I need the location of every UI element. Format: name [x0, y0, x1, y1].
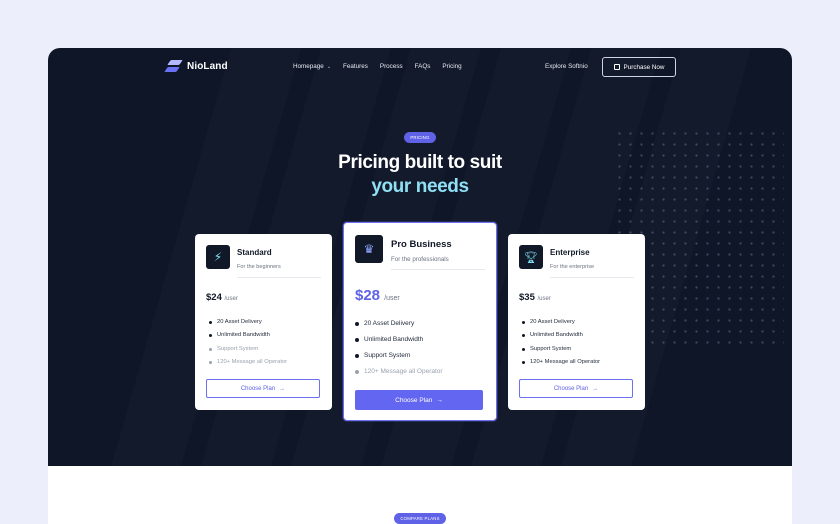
- feature-item: 120+ Message all Operator: [522, 359, 600, 365]
- feature-label: 20 Asset Delivery: [530, 319, 575, 325]
- plan-subtitle: For the enterprise: [550, 264, 595, 270]
- price-amount: $35: [519, 292, 535, 303]
- plan-subtitle: For the beginners: [237, 264, 281, 270]
- feature-item: Support System: [209, 346, 258, 352]
- feature-item: 20 Asset Delivery: [522, 319, 575, 325]
- price-period: /user: [224, 296, 238, 302]
- arrow-right-icon: →: [279, 385, 286, 392]
- feature-item: Unlimited Bandwidth: [522, 332, 583, 338]
- nav-item-pricing[interactable]: Pricing: [442, 63, 461, 70]
- plan-name: Enterprise: [550, 248, 590, 257]
- feature-label: 120+ Message all Operator: [530, 359, 601, 365]
- feature-item: Support System: [522, 346, 571, 352]
- divider: [391, 269, 485, 270]
- plan-card-enterprise: 🏆︎ Enterprise For the enterprise $35 /us…: [508, 234, 645, 410]
- chevron-down-icon: ⌄: [326, 63, 332, 70]
- arrow-right-icon: →: [436, 396, 443, 404]
- feature-label: Unlimited Bandwidth: [217, 332, 270, 338]
- button-label: Choose Plan: [240, 385, 276, 392]
- price-period: /user: [537, 296, 551, 302]
- brand-name: NioLand: [187, 61, 228, 72]
- feature-label: Unlimited Bandwidth: [530, 332, 583, 338]
- nav-item-faqs[interactable]: FAQs: [415, 63, 431, 70]
- feature-item: 20 Asset Delivery: [209, 319, 262, 325]
- feature-item: 120+ Message all Operator: [355, 368, 443, 375]
- feature-label: Support System: [217, 346, 259, 352]
- brand-logo[interactable]: NioLand: [164, 60, 228, 73]
- plan-price: $28 /user: [355, 287, 400, 304]
- nav-item-label: Process: [379, 63, 403, 70]
- explore-link[interactable]: Explore Softnio: [545, 63, 588, 70]
- plan-name: Pro Business: [391, 239, 452, 250]
- browser-frame: NioLand Homepage ⌄ Features Process FAQs…: [48, 48, 792, 524]
- button-label: Choose Plan: [553, 385, 589, 392]
- compare-plans-badge: COMPARE PLANS: [394, 513, 446, 524]
- price-period: /user: [384, 295, 400, 302]
- bag-icon: [613, 64, 620, 70]
- feature-label: 20 Asset Delivery: [217, 319, 262, 325]
- feature-label: 20 Asset Delivery: [364, 320, 415, 327]
- nav-item-label: Homepage: [293, 63, 324, 70]
- feature-label: 120+ Message all Operator: [217, 359, 288, 365]
- button-label: Choose Plan: [395, 396, 433, 404]
- choose-plan-button[interactable]: Choose Plan →: [355, 390, 483, 410]
- top-nav: NioLand Homepage ⌄ Features Process FAQs…: [48, 48, 792, 88]
- feature-item: Unlimited Bandwidth: [209, 332, 270, 338]
- nav-item-features[interactable]: Features: [343, 63, 368, 70]
- divider: [237, 277, 321, 278]
- price-amount: $28: [355, 287, 381, 304]
- feature-label: Support System: [530, 346, 572, 352]
- choose-plan-button[interactable]: Choose Plan →: [206, 379, 320, 398]
- feature-item: 20 Asset Delivery: [355, 320, 414, 327]
- feature-label: 120+ Message all Operator: [364, 368, 443, 375]
- feature-label: Support System: [364, 352, 411, 359]
- plan-card-standard: ⚡ Standard For the beginners $24 /user 2…: [195, 234, 332, 410]
- feature-label: Unlimited Bandwidth: [364, 336, 424, 343]
- plan-card-pro-business: ♛ Pro Business For the professionals $28…: [343, 222, 497, 421]
- logo-mark-icon: [164, 60, 183, 73]
- crown-icon: ♛: [355, 235, 383, 263]
- plan-subtitle: For the professionals: [391, 256, 449, 263]
- page-title-line2: your needs: [371, 176, 469, 197]
- pricing-hero: NioLand Homepage ⌄ Features Process FAQs…: [48, 48, 792, 466]
- nav-item-process[interactable]: Process: [380, 63, 403, 70]
- nav-item-homepage[interactable]: Homepage ⌄: [293, 63, 331, 70]
- arrow-right-icon: →: [592, 385, 599, 392]
- nav-item-label: Pricing: [442, 63, 462, 70]
- lightning-icon: ⚡: [206, 245, 230, 269]
- page-title-line1: Pricing built to suit: [338, 152, 502, 173]
- feature-item: Unlimited Bandwidth: [355, 336, 423, 343]
- pricing-badge: PRICING: [404, 132, 436, 143]
- price-amount: $24: [206, 292, 222, 303]
- nav-item-label: Features: [343, 63, 368, 70]
- nav-item-label: FAQs: [414, 63, 431, 70]
- divider: [550, 277, 634, 278]
- feature-item: 120+ Message all Operator: [209, 359, 287, 365]
- purchase-label: Purchase Now: [623, 63, 665, 71]
- choose-plan-button[interactable]: Choose Plan →: [519, 379, 633, 398]
- plan-price: $24 /user: [206, 292, 238, 303]
- plan-name: Standard: [237, 248, 272, 257]
- trophy-icon: 🏆︎: [519, 245, 543, 269]
- plan-price: $35 /user: [519, 292, 551, 303]
- feature-item: Support System: [355, 352, 410, 359]
- purchase-now-button[interactable]: Purchase Now: [602, 57, 676, 77]
- main-menu: Homepage ⌄ Features Process FAQs Pricing: [293, 63, 474, 70]
